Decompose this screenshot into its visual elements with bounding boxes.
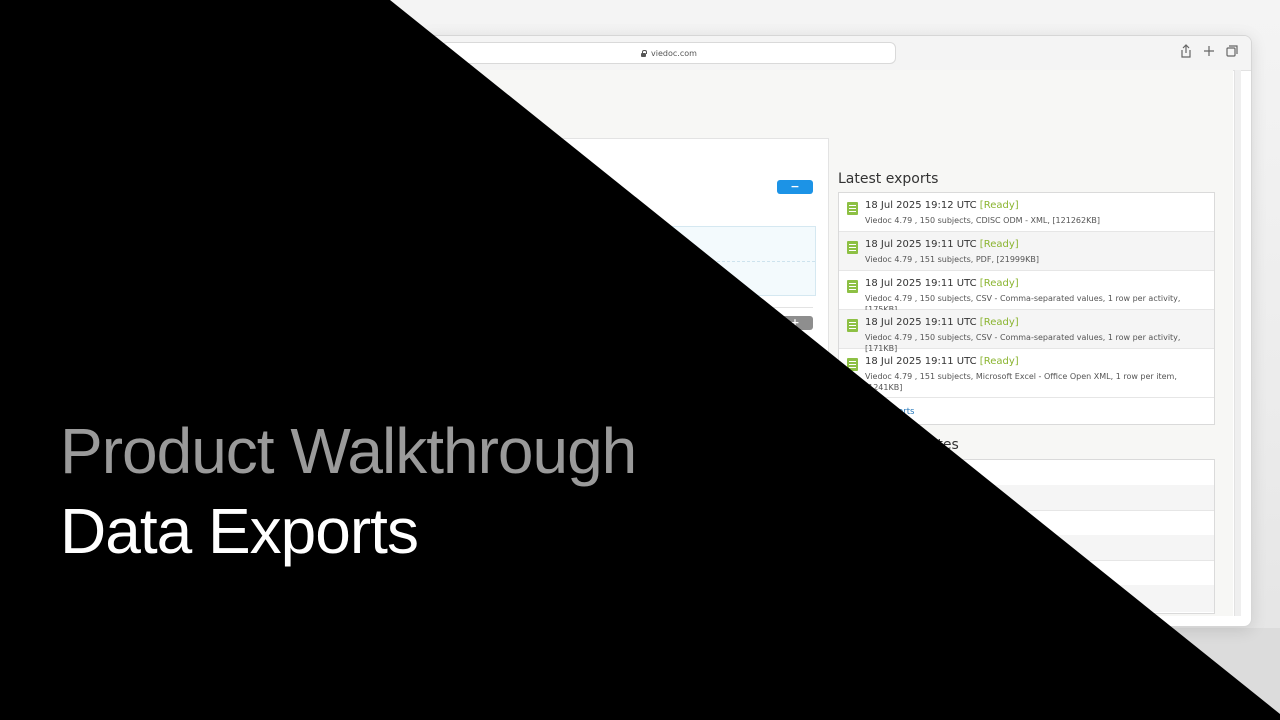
walkthrough-subtitle: Data Exports: [60, 495, 419, 567]
diagonal-overlay: [0, 0, 1280, 720]
walkthrough-title: Product Walkthrough: [60, 415, 637, 487]
